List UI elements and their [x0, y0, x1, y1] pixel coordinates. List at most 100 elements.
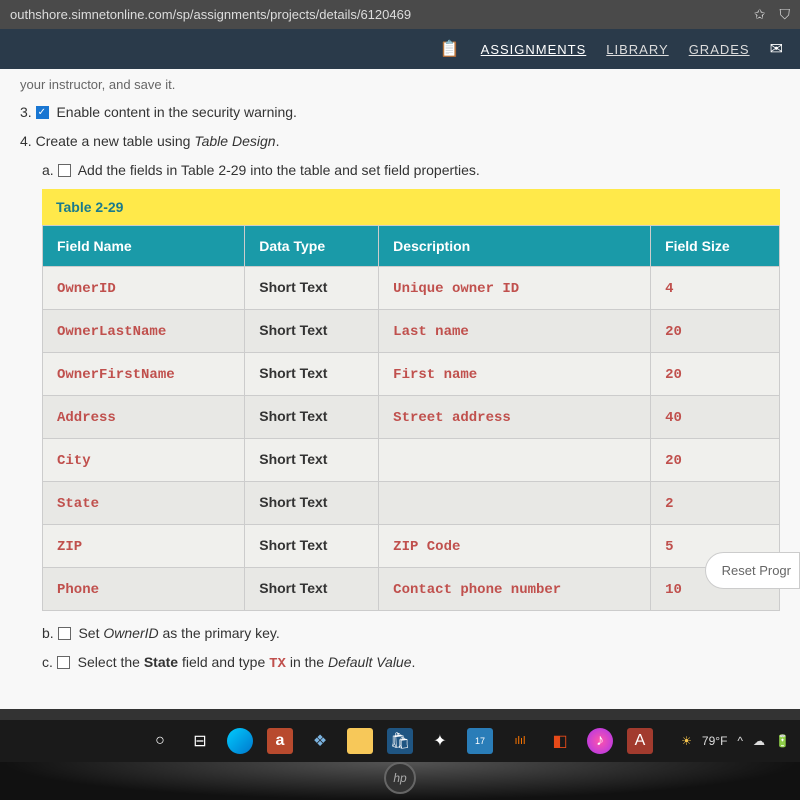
step-4c: c. Select the State field and type TX in…: [42, 652, 780, 675]
step-4c-e: in the: [286, 654, 328, 670]
cell-description: Street address: [393, 410, 511, 426]
nav-library[interactable]: LIBRARY: [606, 42, 668, 57]
favorite-icon[interactable]: ✩: [754, 6, 766, 23]
table-row: City Short Text 20: [43, 439, 779, 481]
th-field-name: Field Name: [43, 226, 244, 266]
step-4c-g: .: [412, 654, 416, 670]
cell-data-type: Short Text: [259, 451, 327, 467]
cell-field-size: 20: [665, 324, 682, 340]
tray-cloud-icon[interactable]: ☁: [753, 734, 765, 748]
step-4: 4. Create a new table using Table Design…: [20, 131, 780, 152]
table-row: State Short Text 2: [43, 482, 779, 524]
store-icon[interactable]: 🛍: [387, 728, 413, 754]
laptop-bezel: hp: [0, 762, 800, 800]
step-4c-d: TX: [269, 656, 286, 672]
step-4-text-a: Create a new table using: [36, 133, 195, 149]
edge-icon[interactable]: [227, 728, 253, 754]
url-text: outhshore.simnetonline.com/sp/assignment…: [10, 7, 754, 22]
search-icon[interactable]: ○: [147, 728, 173, 754]
cell-description: ZIP Code: [393, 539, 460, 555]
table-row: PhoneShort TextContact phone number10: [43, 568, 779, 610]
cell-data-type: Short Text: [259, 365, 327, 381]
tray-chevron-icon[interactable]: ^: [737, 734, 743, 748]
cell-field-size: 20: [665, 453, 682, 469]
cell-data-type: Short Text: [259, 408, 327, 424]
shield-icon[interactable]: ⛉: [780, 6, 791, 23]
cell-field-size: 20: [665, 367, 682, 383]
weather-temp[interactable]: 79°F: [702, 734, 727, 748]
step-4a: a. Add the fields in Table 2-29 into the…: [42, 160, 780, 181]
cell-description: First name: [393, 367, 477, 383]
step-3-text: Enable content in the security warning.: [56, 104, 296, 120]
cell-field-name: Phone: [57, 582, 99, 598]
itunes-icon[interactable]: ♪: [587, 728, 613, 754]
step-4a-checkbox[interactable]: [58, 164, 71, 177]
table-row: OwnerFirstName Short Text First name 20: [43, 353, 779, 395]
task-view-icon[interactable]: ⊟: [187, 728, 213, 754]
th-description: Description: [379, 226, 650, 266]
cell-description: Unique owner ID: [393, 281, 519, 297]
weather-icon[interactable]: ☀: [681, 734, 692, 748]
cell-data-type: Short Text: [259, 580, 327, 596]
app-icon-1[interactable]: ✦: [427, 728, 453, 754]
step-3-number: 3.: [20, 104, 32, 120]
amazon-icon[interactable]: a: [267, 728, 293, 754]
cell-field-size: 5: [665, 539, 673, 555]
step-3: 3. Enable content in the security warnin…: [20, 102, 780, 123]
tray-battery-icon[interactable]: 🔋: [775, 734, 790, 748]
cell-field-size: 10: [665, 582, 682, 598]
cell-field-size: 40: [665, 410, 682, 426]
fields-table: Field Name Data Type Description Field S…: [42, 225, 780, 611]
step-4c-f: Default Value: [328, 654, 412, 670]
table-row: OwnerLastName Short Text Last name 20: [43, 310, 779, 352]
nav-assignments[interactable]: ASSIGNMENTS: [481, 42, 587, 57]
cell-data-type: Short Text: [259, 494, 327, 510]
hp-logo: hp: [384, 762, 416, 794]
cell-field-name: OwnerLastName: [57, 324, 166, 340]
explorer-icon[interactable]: [347, 728, 373, 754]
reset-progress-button[interactable]: Reset Progr: [705, 552, 800, 589]
step-4c-a: Select the: [78, 654, 144, 670]
cell-field-name: State: [57, 496, 99, 512]
step-4-number: 4.: [20, 133, 32, 149]
mail-icon[interactable]: ✉: [770, 39, 784, 59]
cell-field-name: OwnerID: [57, 281, 116, 297]
table-header-row: Field Name Data Type Description Field S…: [43, 226, 779, 266]
step-4c-c: field and type: [178, 654, 269, 670]
step-4b-b: OwnerID: [103, 625, 158, 641]
table-caption: Table 2-29: [42, 189, 780, 225]
step-4b-checkbox[interactable]: [58, 627, 71, 640]
step-4c-checkbox[interactable]: [57, 656, 70, 669]
step-4b-a: Set: [78, 625, 103, 641]
step-3-checkbox[interactable]: [36, 106, 49, 119]
step-4-text-b: Table Design: [194, 133, 275, 149]
content-area: your instructor, and save it. 3. Enable …: [0, 69, 800, 709]
office-icon[interactable]: ◧: [547, 728, 573, 754]
instruction-fragment: your instructor, and save it.: [20, 77, 780, 92]
cell-field-name: Address: [57, 410, 116, 426]
cell-field-name: ZIP: [57, 539, 82, 555]
step-4-text-c: .: [276, 133, 280, 149]
app-icon-2[interactable]: 17: [467, 728, 493, 754]
dropbox-icon[interactable]: ❖: [307, 728, 333, 754]
calendar-icon[interactable]: 📋: [440, 39, 461, 59]
cell-field-size: 2: [665, 496, 673, 512]
th-data-type: Data Type: [245, 226, 378, 266]
windows-taskbar: ○ ⊟ a ❖ 🛍 ✦ 17 ılıl ◧ ♪ A ☀ 79°F ^ ☁ 🔋: [0, 720, 800, 762]
cell-field-name: OwnerFirstName: [57, 367, 175, 383]
cell-field-name: City: [57, 453, 91, 469]
soundcloud-icon[interactable]: ılıl: [507, 728, 533, 754]
step-4b-c: as the primary key.: [159, 625, 280, 641]
cell-data-type: Short Text: [259, 537, 327, 553]
step-4a-number: a.: [42, 162, 54, 178]
cell-description: Last name: [393, 324, 469, 340]
cell-data-type: Short Text: [259, 322, 327, 338]
step-4b: b. Set OwnerID as the primary key.: [42, 623, 780, 644]
step-4a-text: Add the fields in Table 2-29 into the ta…: [78, 162, 480, 178]
access-icon[interactable]: A: [627, 728, 653, 754]
nav-grades[interactable]: GRADES: [689, 42, 750, 57]
browser-icon-group: ✩ ⛉: [754, 6, 790, 23]
table-row: OwnerIDShort TextUnique owner ID4: [43, 267, 779, 309]
browser-address-bar: outhshore.simnetonline.com/sp/assignment…: [0, 0, 800, 29]
cell-data-type: Short Text: [259, 279, 327, 295]
